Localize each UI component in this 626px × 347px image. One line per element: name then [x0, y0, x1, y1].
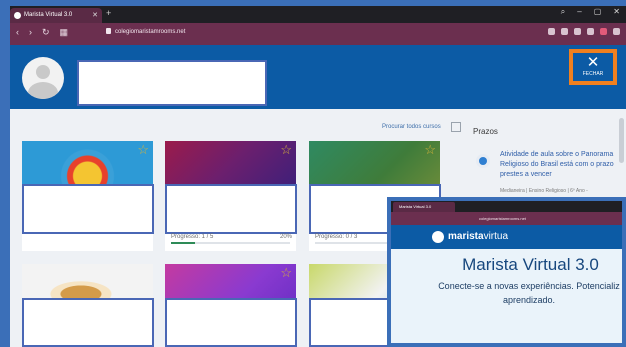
back-icon[interactable]: ‹ — [16, 27, 19, 38]
reload-icon[interactable]: ↻ — [42, 27, 50, 38]
close-tab-icon[interactable]: ✕ — [92, 8, 98, 23]
lock-icon — [106, 28, 111, 34]
extension-icon[interactable] — [587, 28, 594, 35]
scrollbar[interactable] — [619, 118, 624, 163]
extensions-area — [548, 28, 620, 35]
close-icon: ✕ — [586, 54, 600, 71]
grid-view-icon[interactable] — [451, 122, 461, 132]
menu-icon[interactable] — [613, 28, 620, 35]
popup-subtitle: Conecte-se a novas experiências. Potenci… — [429, 279, 622, 307]
brand-light: virtua — [483, 231, 509, 242]
close-window-icon[interactable]: ✕ — [613, 7, 620, 17]
extension-icon[interactable] — [548, 28, 555, 35]
course-card[interactable]: ☆ Progresso: 1 / 5 20% — [165, 141, 297, 251]
tab-bar: Marista Virtual 3.0 ✕ + ⌕ – ▢ ✕ — [10, 6, 626, 23]
extension-icon[interactable] — [574, 28, 581, 35]
popup-url[interactable]: colegiomaristamrooms.net — [391, 212, 622, 225]
popup-navbar: maristavirtua — [391, 225, 622, 249]
brand-name: maristavirtua — [448, 231, 508, 242]
redacted-name-box — [77, 60, 267, 106]
url-text: colegiomaristamrooms.net — [115, 29, 186, 35]
new-tab-icon[interactable]: + — [106, 8, 111, 18]
close-button[interactable]: ✕ FECHAR — [569, 49, 617, 85]
avatar[interactable] — [22, 57, 64, 99]
maximize-icon[interactable]: ▢ — [594, 7, 602, 17]
redacted-title-box — [22, 184, 154, 234]
url-field[interactable]: colegiomaristamrooms.net — [106, 28, 185, 35]
avatar-head — [36, 65, 50, 79]
star-icon[interactable]: ☆ — [137, 142, 149, 158]
browser-tab[interactable]: Marista Virtual 3.0 ✕ — [10, 8, 102, 23]
progress-label: Progresso: 1 / 5 — [171, 234, 214, 240]
progress-fill — [171, 242, 195, 244]
deadline-item-course: Medianeira | Ensino Religioso | 6º Ano - — [500, 188, 588, 194]
popup-headline: Marista Virtual 3.0 — [462, 255, 599, 274]
progress-percent: 20% — [279, 234, 292, 240]
apps-icon[interactable]: ▦ — [60, 27, 69, 38]
star-icon[interactable]: ☆ — [280, 142, 292, 158]
course-card[interactable]: ☆ — [22, 141, 154, 251]
deadline-item-link[interactable]: Atividade de aula sobre o Panorama Relig… — [500, 150, 620, 180]
favicon-icon — [14, 12, 21, 19]
redacted-title-box — [165, 298, 297, 347]
heart-icon[interactable] — [600, 28, 607, 35]
tab-title: Marista Virtual 3.0 — [24, 12, 73, 18]
course-card[interactable] — [22, 264, 154, 347]
activity-icon — [476, 154, 490, 168]
redacted-title-box — [165, 184, 297, 234]
profile-header: ✕ FECHAR — [10, 45, 626, 109]
marista-logo-icon — [432, 231, 444, 243]
popup-tab-title[interactable]: Marista Virtual 3.0 — [393, 202, 455, 212]
minimize-icon[interactable]: – — [577, 7, 581, 17]
popup-subtitle-line1: Conecte-se a novas experiências. Potenci… — [438, 281, 620, 291]
progress-bar — [171, 242, 290, 244]
window-controls: ⌕ – ▢ ✕ — [561, 7, 620, 17]
popup-window: Marista Virtual 3.0 colegiomaristamrooms… — [387, 197, 626, 347]
star-icon[interactable]: ☆ — [424, 142, 436, 158]
search-tabs-icon[interactable]: ⌕ — [561, 7, 565, 17]
search-all-courses-link[interactable]: Procurar todos cursos — [382, 124, 441, 130]
close-label: FECHAR — [582, 71, 604, 77]
star-icon[interactable]: ☆ — [280, 265, 292, 281]
progress-label: Progresso: 0 / 3 — [315, 234, 358, 240]
extension-icon[interactable] — [561, 28, 568, 35]
redacted-title-box — [22, 298, 154, 347]
deadlines-title: Prazos — [473, 127, 498, 136]
address-bar: ‹ › ↻ ▦ colegiomaristamrooms.net — [10, 23, 626, 45]
avatar-body — [28, 82, 58, 99]
forward-icon[interactable]: › — [29, 27, 32, 38]
nav-buttons: ‹ › ↻ ▦ — [16, 27, 68, 38]
brand-bold: marista — [448, 231, 484, 242]
course-card[interactable]: ☆ — [165, 264, 297, 347]
popup-subtitle-line2: aprendizado. — [502, 295, 556, 305]
popup-tab-bar: Marista Virtual 3.0 — [391, 201, 622, 212]
